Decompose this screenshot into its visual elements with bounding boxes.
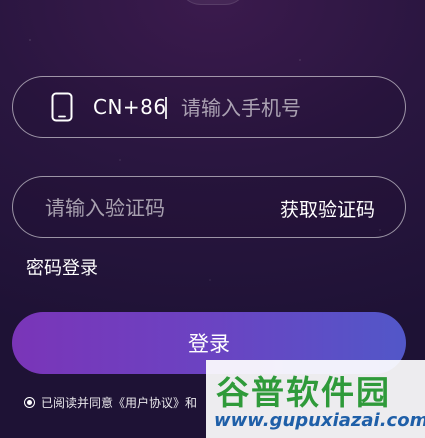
radio-dot [27,400,32,405]
verification-code-field[interactable]: 获取验证码 [12,176,406,238]
watermark-title: 谷普软件园 [216,373,391,412]
country-code-selector[interactable]: CN+86 [93,95,167,119]
agreement-prefix: 已阅读并同意 [41,396,114,410]
phone-field[interactable]: CN+86 [12,76,406,138]
get-code-button[interactable]: 获取验证码 [280,195,375,222]
watermark-url: www.gupuxiazai.com [214,410,425,431]
phone-input[interactable] [179,91,393,125]
verification-code-input[interactable] [43,191,267,225]
logo-arc [178,0,248,5]
password-login-link[interactable]: 密码登录 [26,254,98,280]
agreement-conjunction: 和 [185,396,198,410]
user-agreement-link[interactable]: 《用户协议》 [113,394,185,411]
phone-icon [51,92,73,122]
agreement-row: 已阅读并同意 《用户协议》 和 [24,394,197,411]
agreement-radio[interactable] [24,397,35,408]
site-watermark: 谷普软件园 www.gupuxiazai.com [206,360,425,438]
field-divider [165,97,167,119]
